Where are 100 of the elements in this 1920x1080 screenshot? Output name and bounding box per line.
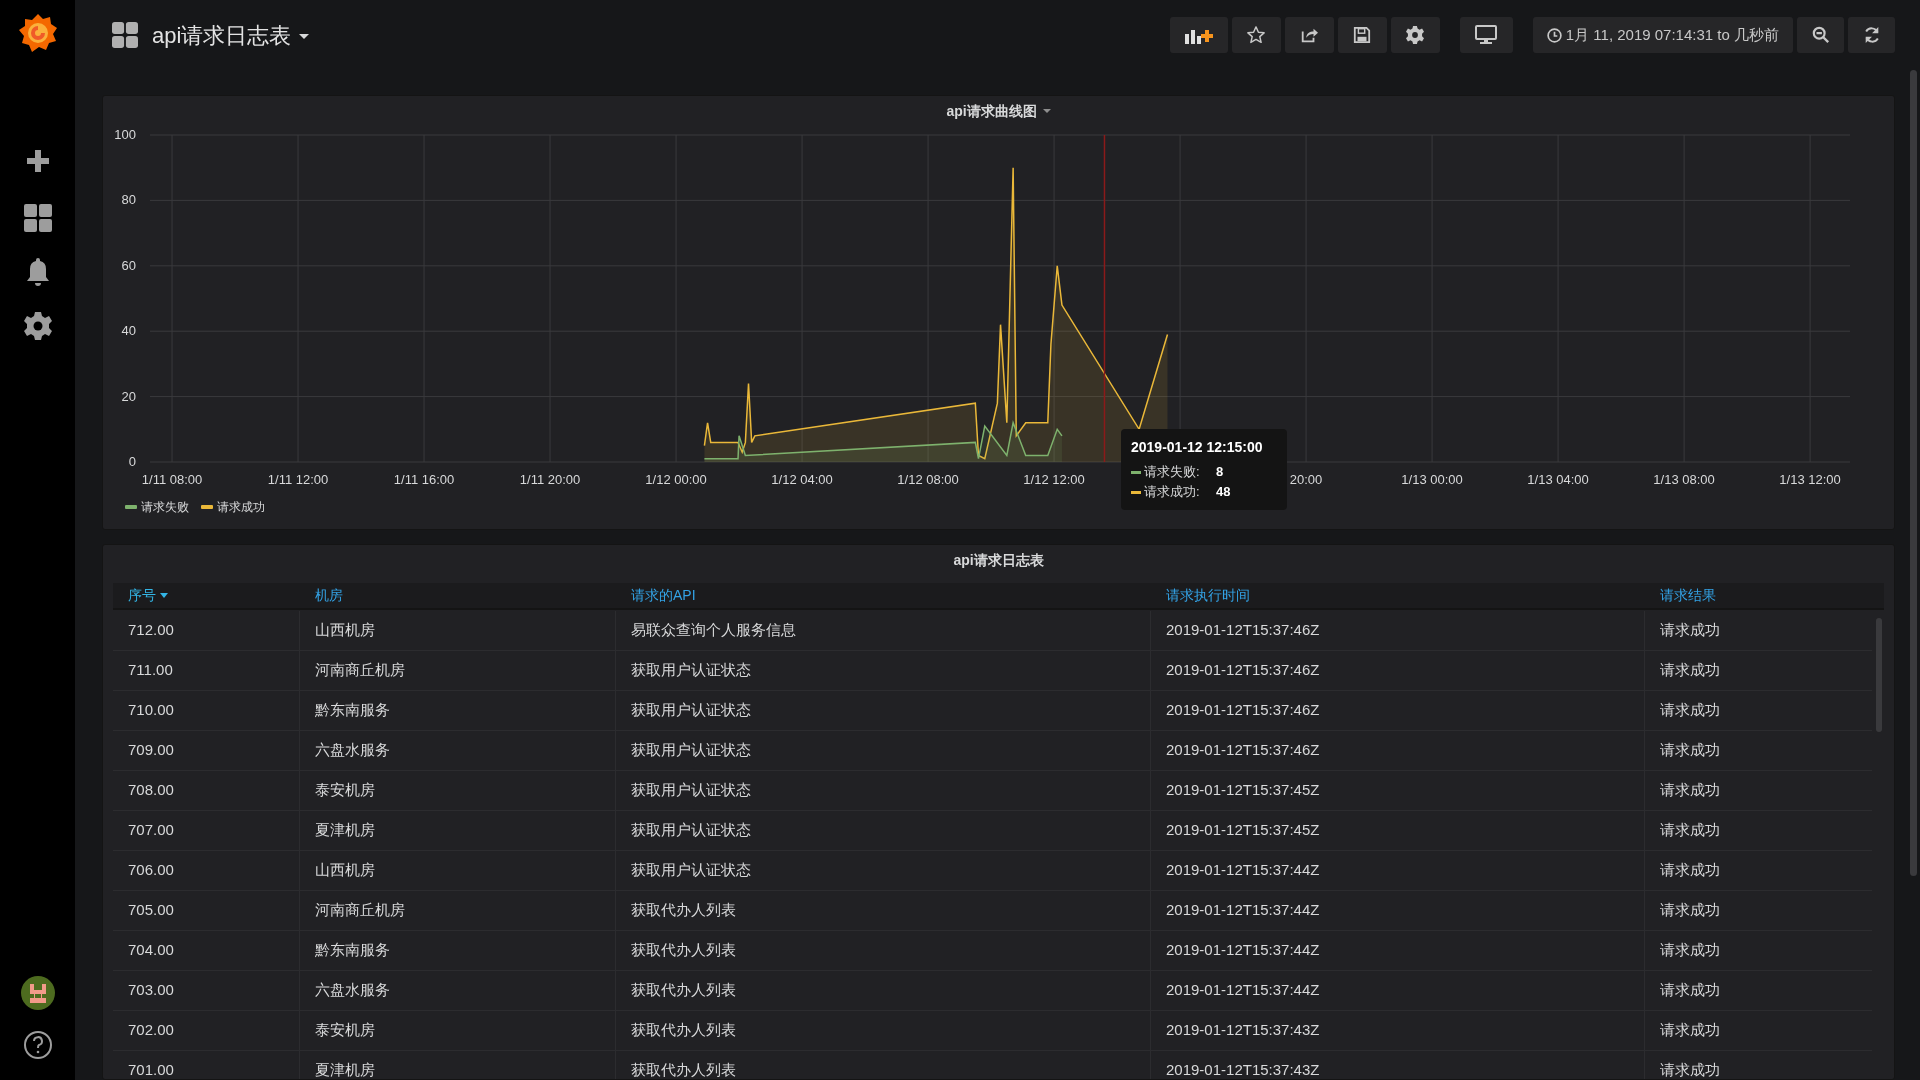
- table-cell: 河南商丘机房: [300, 891, 616, 930]
- user-avatar[interactable]: [20, 976, 55, 1010]
- table-cell: 711.00: [113, 651, 300, 690]
- axis-label: 1/13 00:00: [1401, 472, 1463, 487]
- panel-title: api请求日志表: [953, 550, 1044, 570]
- axis-label: 1/12 00:00: [645, 472, 707, 487]
- table-cell: 获取代办人列表: [616, 891, 1151, 930]
- scrollbar[interactable]: [1876, 618, 1882, 732]
- tv-mode-button[interactable]: [1459, 17, 1513, 53]
- axis-label: 1/12 04:00: [771, 472, 833, 487]
- table-cell-text: 请求成功: [1659, 1020, 1721, 1041]
- table-cell: 2019-01-12T15:37:46Z: [1151, 691, 1645, 730]
- table-cell: 六盘水服务: [300, 731, 616, 770]
- table-cell: 获取代办人列表: [616, 1051, 1151, 1079]
- column-header[interactable]: 机房: [315, 585, 343, 606]
- table-cell-text: 请求成功: [1659, 740, 1721, 761]
- column-header[interactable]: 请求结果: [1660, 585, 1716, 606]
- plus-icon[interactable]: [26, 150, 49, 172]
- column-header[interactable]: 序号: [128, 585, 168, 606]
- table-cell: 获取用户认证状态: [616, 651, 1151, 690]
- time-range-picker[interactable]: 1月 11, 2019 07:14:31 to 几秒前: [1532, 17, 1793, 53]
- table-cell: 2019-01-12T15:37:43Z: [1151, 1011, 1645, 1050]
- table-cell-text: 请求成功: [1659, 980, 1721, 1001]
- table-cell: 712.00: [113, 611, 300, 650]
- table-cell: 706.00: [113, 851, 300, 890]
- refresh-button[interactable]: [1848, 17, 1895, 53]
- table-cell: 701.00: [113, 1051, 300, 1079]
- help-icon[interactable]: [22, 1030, 53, 1060]
- table-cell-text: 请求成功: [1659, 940, 1721, 961]
- table-cell: 获取用户认证状态: [616, 851, 1151, 890]
- panel-title[interactable]: api请求曲线图: [946, 100, 1051, 122]
- table-cell: 2019-01-12T15:37:46Z: [1151, 731, 1645, 770]
- save-button[interactable]: [1337, 17, 1387, 53]
- table-cell: 夏津机房: [300, 811, 616, 850]
- table-cell: 705.00: [113, 891, 300, 930]
- table-cell-text: 请求成功: [1659, 1060, 1721, 1079]
- table-cell: 2019-01-12T15:37:44Z: [1151, 851, 1645, 890]
- settings-button[interactable]: [1390, 17, 1440, 53]
- legend-item[interactable]: 请求失败: [125, 498, 189, 516]
- table-cell: 2019-01-12T15:37:45Z: [1151, 771, 1645, 810]
- monitor-icon: [1475, 25, 1498, 45]
- table-cell: 704.00: [113, 931, 300, 970]
- column-header[interactable]: 请求执行时间: [1166, 585, 1250, 606]
- table-cell: 获取用户认证状态: [616, 811, 1151, 850]
- table-cell: 获取用户认证状态: [616, 731, 1151, 770]
- zoom-out-icon: [1811, 26, 1830, 44]
- axis-label: 1/11 12:00: [267, 472, 329, 487]
- settings-icon: [1406, 26, 1425, 44]
- settings-icon[interactable]: [23, 312, 52, 340]
- table-cell: 获取代办人列表: [616, 971, 1151, 1010]
- table-cell: 2019-01-12T15:37:44Z: [1151, 971, 1645, 1010]
- column-header[interactable]: 请求的API: [631, 585, 696, 606]
- table-cell: 710.00: [113, 691, 300, 730]
- axis-label: 20: [121, 388, 136, 404]
- axis-label: 1/11 08:00: [141, 472, 203, 487]
- legend-item[interactable]: 请求成功: [201, 498, 265, 516]
- table-cell-text: 请求成功: [1659, 780, 1721, 801]
- axis-label: 1/11 16:00: [393, 472, 455, 487]
- table-cell: 2019-01-12T15:37:44Z: [1151, 931, 1645, 970]
- table-cell-text: 请求成功: [1659, 660, 1721, 681]
- logo-icon[interactable]: [17, 12, 58, 54]
- table-cell: 702.00: [113, 1011, 300, 1050]
- save-icon: [1353, 26, 1372, 44]
- table-cell: 获取用户认证状态: [616, 691, 1151, 730]
- share-button[interactable]: [1284, 17, 1334, 53]
- page-scrollbar[interactable]: [1910, 70, 1917, 876]
- table-cell: 703.00: [113, 971, 300, 1010]
- star-button[interactable]: [1231, 17, 1281, 53]
- clock-icon: [1546, 27, 1562, 43]
- table-cell: 易联众查询个人服务信息: [616, 611, 1151, 650]
- table-cell-text: 请求成功: [1659, 820, 1721, 841]
- table-cell: 2019-01-12T15:37:46Z: [1151, 611, 1645, 650]
- add-panel-button[interactable]: [1169, 17, 1228, 53]
- table-cell: 山西机房: [300, 851, 616, 890]
- table-cell: 黔东南服务: [300, 931, 616, 970]
- bell-icon[interactable]: [25, 258, 50, 286]
- axis-label: 1/13 12:00: [1779, 472, 1841, 487]
- zoom-out-button[interactable]: [1797, 17, 1844, 53]
- table-cell: 河南商丘机房: [300, 651, 616, 690]
- series-name: 请求失败:: [1144, 463, 1201, 482]
- axis-label: 0: [128, 454, 136, 469]
- dashboard-title[interactable]: api请求日志表: [152, 18, 310, 52]
- series-value: 8: [1216, 463, 1224, 482]
- table-cell: 获取代办人列表: [616, 1011, 1151, 1050]
- table-cell: 708.00: [113, 771, 300, 810]
- table-cell: 709.00: [113, 731, 300, 770]
- dashboards-icon[interactable]: [23, 204, 52, 232]
- table-cell: 获取代办人列表: [616, 931, 1151, 970]
- table-cell: 泰安机房: [300, 1011, 616, 1050]
- series-name: 请求成功:: [1144, 483, 1201, 502]
- sort-caret-icon: [160, 593, 168, 598]
- axis-label: 60: [121, 257, 136, 273]
- table-cell: 707.00: [113, 811, 300, 850]
- axis-label: 1/13 08:00: [1653, 472, 1715, 487]
- axis-label: 1/13 04:00: [1527, 472, 1589, 487]
- tooltip-time: 2019-01-12 12:15:00: [1131, 438, 1264, 457]
- axis-label: 100: [114, 127, 136, 142]
- table-cell: 2019-01-12T15:37:45Z: [1151, 811, 1645, 850]
- table-cell-text: 请求成功: [1659, 700, 1721, 721]
- dashboards-icon: [112, 22, 138, 48]
